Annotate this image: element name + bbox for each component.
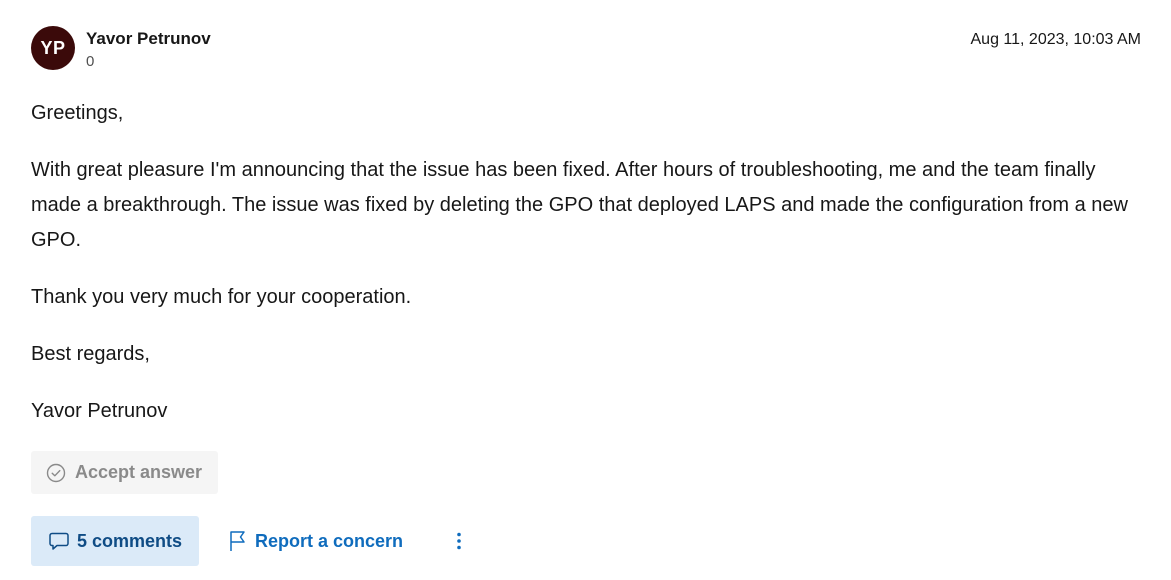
paragraph-announcement: With great pleasure I'm announcing that …: [31, 159, 1128, 251]
accept-answer-button[interactable]: Accept answer: [31, 451, 218, 494]
comment-icon: [49, 532, 69, 550]
paragraph-greeting: Greetings,: [31, 102, 124, 124]
answer-post: YP Yavor Petrunov 0 Aug 11, 2023, 10:03 …: [31, 0, 1141, 580]
author-name[interactable]: Yavor Petrunov: [86, 29, 211, 49]
paragraph-regards: Best regards,: [31, 343, 150, 365]
check-circle-icon: [46, 463, 66, 482]
post-body: Greetings, With great pleasure I'm annou…: [31, 96, 1131, 451]
post-header: YP Yavor Petrunov 0 Aug 11, 2023, 10:03 …: [31, 26, 1141, 74]
reputation-points: 0: [86, 53, 95, 70]
flag-icon: [230, 531, 245, 551]
avatar[interactable]: YP: [31, 26, 75, 70]
comments-button[interactable]: 5 comments: [31, 516, 199, 566]
avatar-initials: YP: [40, 37, 66, 58]
more-vertical-icon: [457, 532, 461, 550]
paragraph-signature: Yavor Petrunov: [31, 400, 168, 422]
more-options-button[interactable]: [449, 529, 469, 553]
post-actions: 5 comments Report a concern: [31, 516, 631, 566]
report-concern-button[interactable]: Report a concern: [228, 516, 403, 566]
paragraph-thanks: Thank you very much for your cooperation…: [31, 286, 412, 308]
comments-label: 5 comments: [76, 530, 183, 551]
accept-answer-label: Accept answer: [75, 462, 203, 482]
report-concern-label: Report a concern: [255, 530, 404, 551]
post-date: Aug 11, 2023, 10:03 AM: [970, 31, 1142, 48]
